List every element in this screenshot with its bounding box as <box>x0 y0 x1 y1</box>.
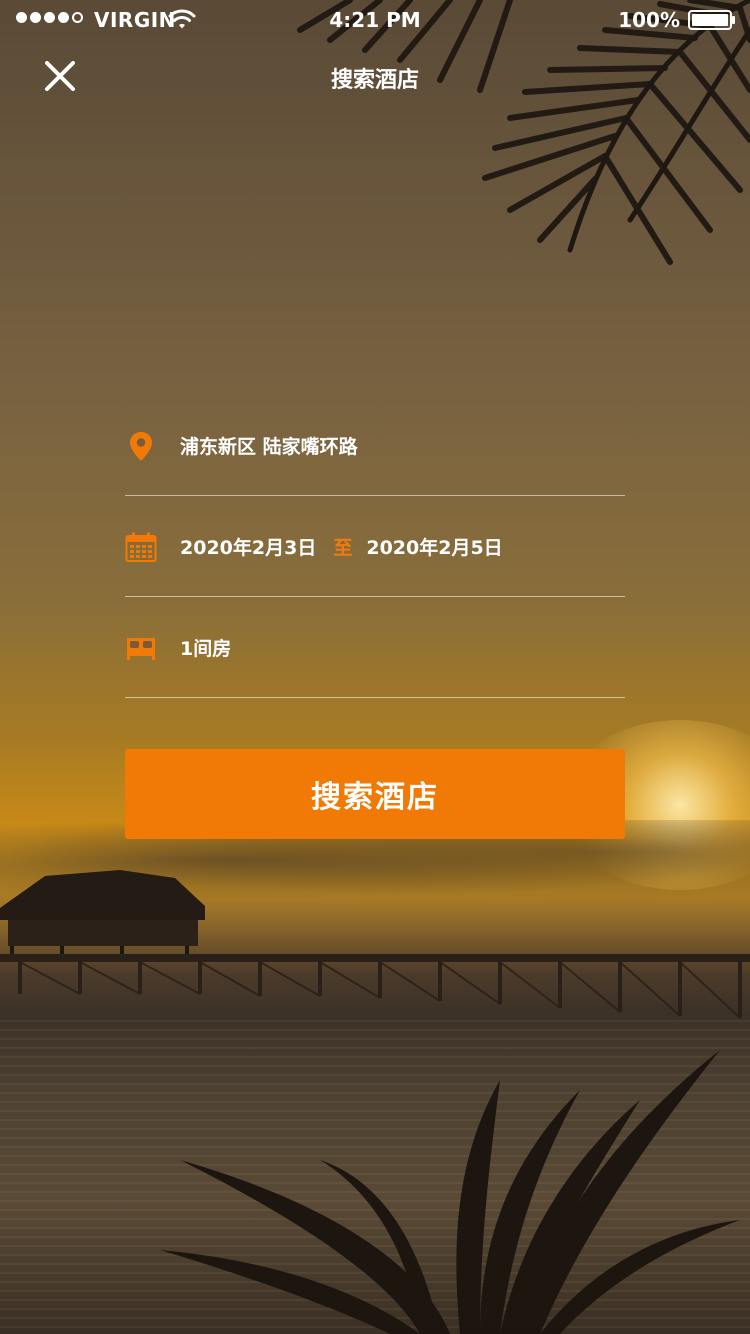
location-field[interactable]: 浦东新区 陆家嘴环路 <box>125 396 625 496</box>
check-in-date[interactable]: 2020年2月3日 <box>180 537 316 559</box>
battery-percentage: 100% <box>618 8 680 32</box>
hotel-search-screen: VIRGIN 4:21 PM 100% 搜索酒店 浦东新区 陆家嘴环路 2020… <box>0 0 750 1334</box>
calendar-icon <box>125 532 157 562</box>
bed-icon <box>127 637 155 660</box>
pier-silhouette <box>0 954 750 1019</box>
location-value: 浦东新区 陆家嘴环路 <box>180 436 358 458</box>
check-out-date[interactable]: 2020年2月5日 <box>366 537 502 559</box>
water-villa-silhouette <box>0 870 205 958</box>
search-hotel-button[interactable]: 搜索酒店 <box>125 749 625 839</box>
palm-leaves-bottom <box>160 1050 740 1334</box>
battery-icon <box>688 10 735 30</box>
location-pin-icon <box>130 431 152 461</box>
date-separator: 至 <box>333 537 353 559</box>
hotel-search-form: 浦东新区 陆家嘴环路 2020年2月3日至 2020年2月5日 1间房 <box>125 396 625 699</box>
date-range-field[interactable]: 2020年2月3日至 2020年2月5日 <box>125 497 625 597</box>
rooms-field[interactable]: 1间房 <box>125 598 625 698</box>
status-bar: VIRGIN 4:21 PM 100% <box>0 0 750 40</box>
date-range-value: 2020年2月3日至 2020年2月5日 <box>180 533 503 560</box>
rooms-value: 1间房 <box>180 638 232 660</box>
palm-leaves-top <box>297 0 750 265</box>
page-title: 搜索酒店 <box>330 68 419 93</box>
